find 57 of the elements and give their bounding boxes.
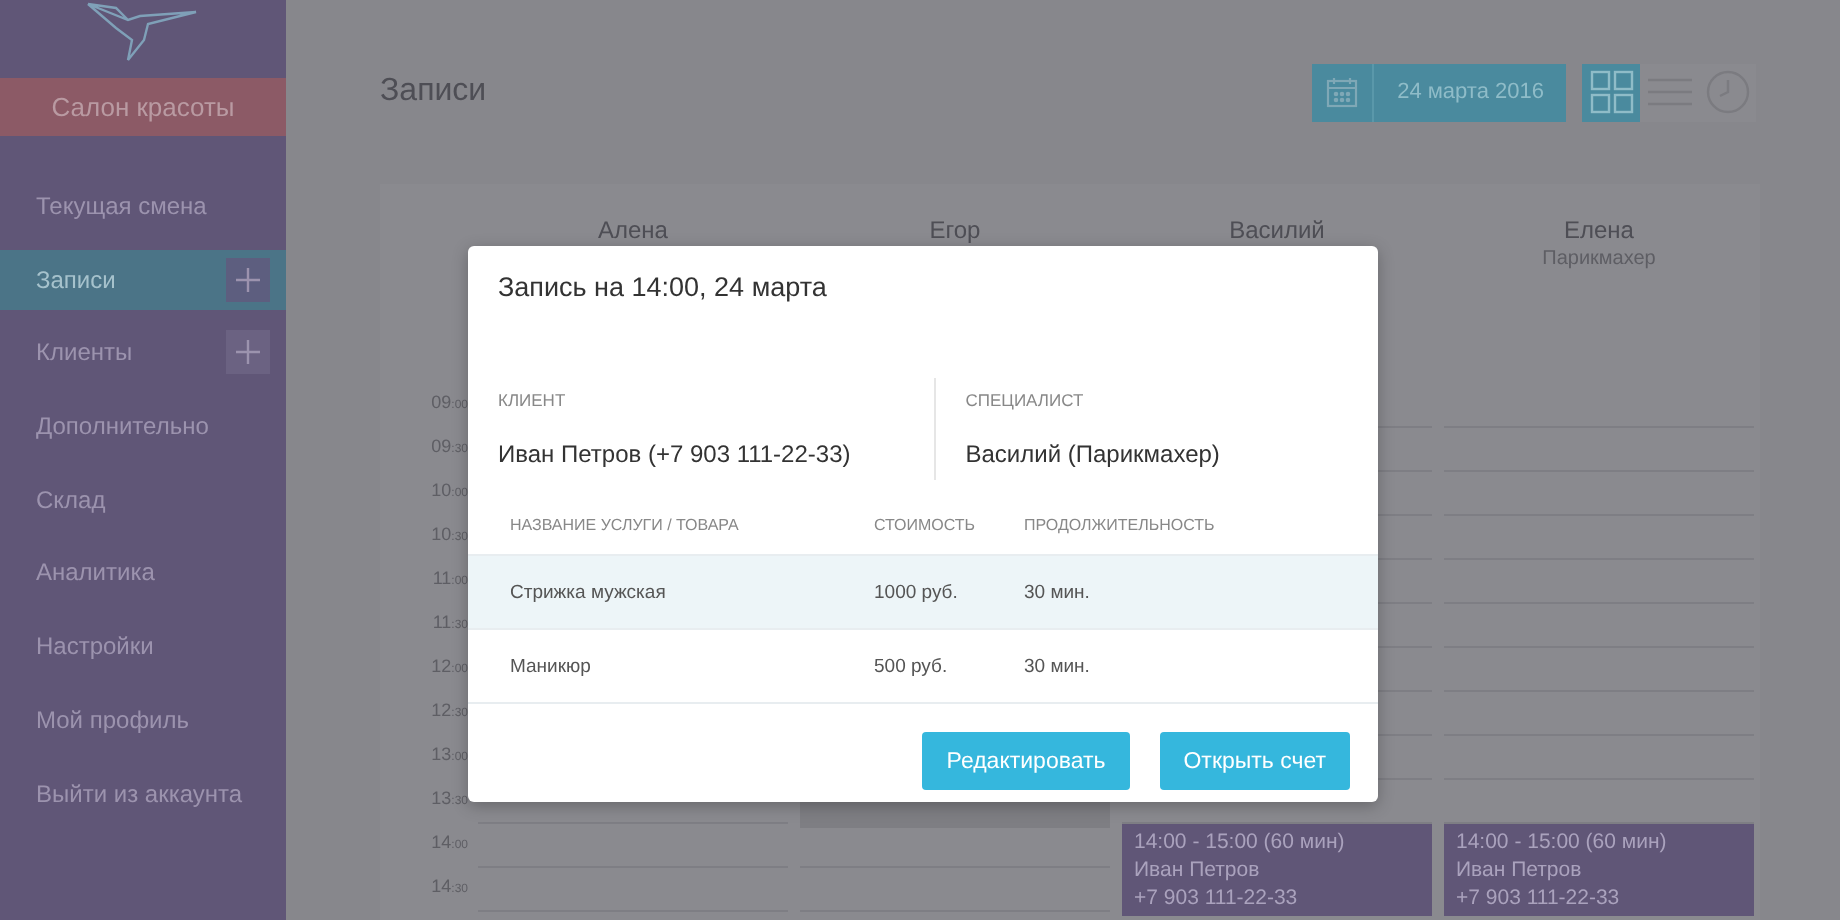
nav-item[interactable]: Аналитика [0,542,286,603]
client-phone: +7 903 111-22-33 [1134,884,1300,912]
service-duration: 30 мин. [1024,655,1090,677]
appointment-time: 14:00 - 15:00 (60 мин) [1134,828,1347,856]
service-name: Стрижка мужская [508,581,668,603]
nav-item[interactable]: Выйти из аккаунта [0,763,286,823]
appointment-card[interactable]: 14:00 - 15:00 (60 мин) Иван Петров +7 903 111-22-33 [1444,824,1754,916]
nav-label: Текущая смена [36,192,207,220]
staff-name: Елена [1564,216,1634,244]
nav-item[interactable]: Текущая смена [0,176,286,236]
specialist-value: Василий (Парикмахер) [965,440,1222,468]
dialog-button[interactable]: Открыть счет [1159,732,1350,790]
nav-item[interactable]: Склад [0,469,286,530]
service-price: 500 руб. [874,655,950,677]
add-button[interactable] [226,257,270,302]
nav-item[interactable]: Настройки [0,616,286,677]
specialist-label: СПЕЦИАЛИСТ [965,390,1086,410]
service-name: Маникюр [508,655,593,677]
nav-label: Дополнительно [36,412,209,441]
dialog-button[interactable]: Редактировать [922,732,1130,790]
nav-label: Настройки [36,632,154,661]
page-title: Записи [380,74,487,110]
client-phone: +7 903 111-22-33 [1456,884,1622,912]
nav-item[interactable]: Клиенты [0,322,286,383]
staff-name: Алена [598,216,668,244]
dialog-title: Запись на 14:00, 24 марта [496,270,829,306]
staff-name: Егор [929,216,981,244]
staff-name: Василий [1229,216,1325,244]
nav-label: Клиенты [36,338,133,367]
add-button[interactable] [226,330,270,375]
brand-banner: Салон красоты [0,78,286,136]
nav-item[interactable]: Записи [0,249,286,310]
grid-view-icon [1589,70,1633,114]
client-label: КЛИЕНТ [498,390,568,410]
service-price: 1000 руб. [874,581,960,603]
plus-icon [236,267,260,292]
appointment-card[interactable]: 14:00 - 15:00 (60 мин) Иван Петров +7 903 111-22-33 [1122,824,1432,916]
nav-label: Выйти из аккаунта [36,779,243,807]
nav-label: Мой профиль [36,705,190,734]
nav-item[interactable]: Дополнительно [0,396,286,457]
view-toggle[interactable] [1582,63,1640,121]
column-header: ПРОДОЛЖИТЕЛЬНОСТЬ [1024,516,1215,538]
nav-label: Записи [36,265,116,294]
nav-label: Склад [36,485,106,514]
plus-icon [236,340,260,365]
client-value: Иван Петров (+7 903 111-22-33) [498,440,853,468]
appointment-time: 14:00 - 15:00 (60 мин) [1456,828,1669,856]
service-duration: 30 мин. [1024,581,1090,603]
column-header: СТОИМОСТЬ [874,516,978,538]
nav-label: Аналитика [36,558,155,587]
calendar-icon [1325,76,1358,108]
service-row[interactable]: Маникюр 500 руб. 30 мин. [468,630,1378,704]
client-name: Иван Петров [1134,856,1262,884]
client-name: Иван Петров [1456,856,1584,884]
column-header: НАЗВАНИЕ УСЛУГИ / ТОВАРА [508,516,741,538]
service-row[interactable]: Стрижка мужская 1000 руб. 30 мин. [468,556,1378,630]
nav-item[interactable]: Мой профиль [0,689,286,750]
